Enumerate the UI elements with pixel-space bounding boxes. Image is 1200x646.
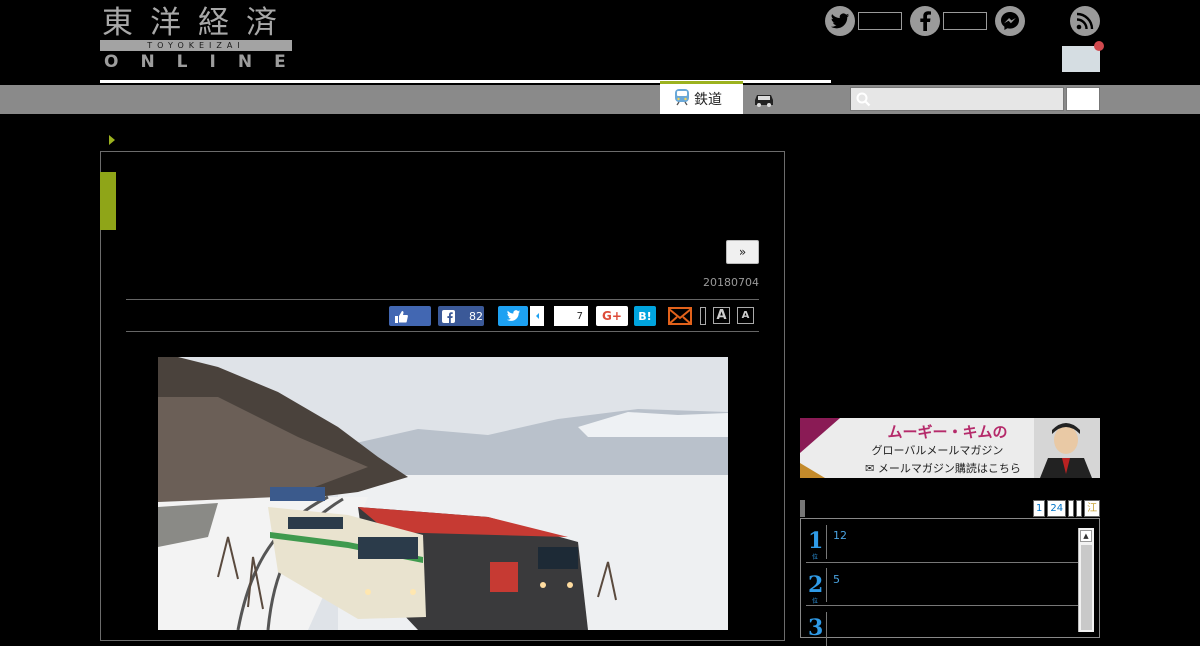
tab-railway[interactable]: 鉄道: [660, 81, 743, 114]
scroll-up-icon[interactable]: ▲: [1080, 530, 1092, 542]
print-button[interactable]: [700, 307, 706, 325]
twitter-follow-count: [858, 12, 902, 30]
next-page-button[interactable]: »: [726, 240, 759, 264]
rank-suffix: 位: [812, 598, 819, 605]
facebook-icon: [442, 309, 455, 323]
article-title-marker: [100, 172, 116, 230]
breadcrumb-arrow-icon: [109, 135, 115, 145]
article-date: 20180704: [703, 276, 759, 289]
ranking-tabs: 1 24 江: [1033, 500, 1101, 517]
site-logo-romaji: TOYOKEIZAI: [100, 40, 292, 51]
banner-title: ムーギー・キムの: [887, 423, 1008, 441]
banner-cta-label: メールマガジン購読はこちら: [877, 462, 1021, 475]
rank-divider: [826, 612, 827, 646]
facebook-icon[interactable]: [910, 6, 940, 36]
site-logo-kanji[interactable]: 東洋経済: [102, 4, 294, 42]
tweet-button[interactable]: [498, 306, 528, 326]
rss-icon[interactable]: [1070, 6, 1100, 36]
banner-cta: ✉ メールマガジン購読はこちら: [848, 460, 1038, 476]
scroll-thumb[interactable]: [1081, 545, 1092, 630]
rank-number: 2: [808, 572, 824, 598]
ranking-header-marker: [800, 500, 805, 517]
ranking-tab-24[interactable]: 24: [1047, 500, 1067, 517]
font-size-small-button[interactable]: A: [737, 307, 754, 324]
ranking-tab-1[interactable]: 1: [1033, 500, 1046, 517]
rank-count: 5: [833, 573, 840, 586]
ranking-tab-3[interactable]: [1068, 500, 1075, 517]
rank-number: 3: [808, 615, 824, 641]
tweet-count: [530, 306, 544, 326]
rank-suffix: 位: [812, 554, 819, 561]
ranking-tab-5[interactable]: 江: [1084, 500, 1101, 517]
facebook-like-button[interactable]: [389, 306, 431, 326]
messenger-icon[interactable]: [995, 6, 1025, 36]
search-input[interactable]: [850, 87, 1064, 111]
newsletter-banner[interactable]: ムーギー・キムの グローバルメールマガジン ✉ メールマガジン購読はこちら: [800, 418, 1100, 478]
car-icon[interactable]: [752, 90, 776, 108]
share-bar-top-divider: [126, 299, 759, 300]
train-icon: [674, 88, 690, 110]
mypage-button[interactable]: [1062, 46, 1100, 72]
banner-subtitle: グローバルメールマガジン: [871, 444, 1004, 457]
mail-icon[interactable]: [668, 307, 692, 325]
twitter-icon: [506, 310, 520, 321]
rank-divider: [826, 525, 827, 559]
font-size-large-button[interactable]: A: [713, 307, 730, 324]
search-button[interactable]: [1066, 87, 1100, 111]
twitter-icon[interactable]: [825, 6, 855, 36]
site-logo-online: ONLINE: [104, 52, 308, 72]
rank-number: 1: [808, 528, 824, 554]
facebook-share-button[interactable]: 82: [438, 306, 484, 326]
google-plus-button[interactable]: G+: [596, 306, 628, 326]
tab-railway-label: 鉄道: [694, 92, 722, 108]
mail-icon: ✉: [865, 462, 875, 475]
share-bar-bottom-divider: [126, 331, 759, 332]
facebook-like-count: [943, 12, 987, 30]
rank-divider: [826, 568, 827, 602]
thumbs-up-icon: [395, 310, 408, 323]
pocket-count[interactable]: 7: [554, 306, 588, 326]
search-icon: [856, 92, 871, 107]
article-photo: [158, 357, 728, 630]
hatena-bookmark-button[interactable]: B!: [634, 306, 656, 326]
rank-count: 12: [833, 529, 847, 542]
ranking-tab-4[interactable]: [1076, 500, 1083, 517]
ranking-row[interactable]: [806, 563, 1078, 606]
facebook-share-count: 82: [469, 309, 483, 323]
notification-dot: [1094, 41, 1104, 51]
